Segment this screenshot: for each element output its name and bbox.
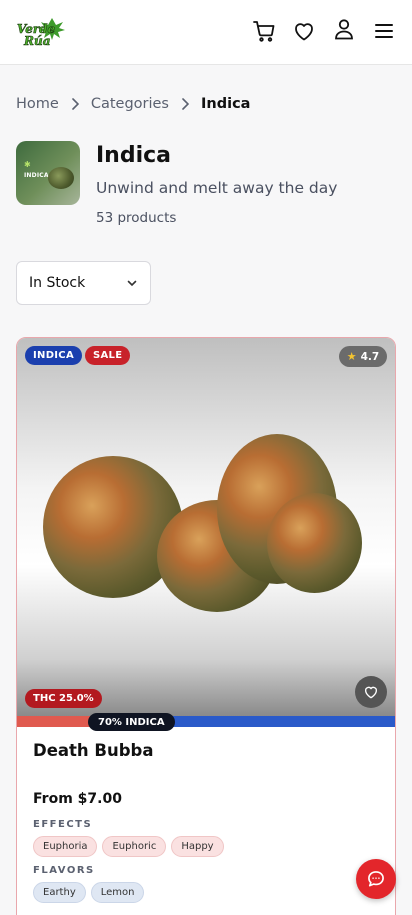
rating-value: 4.7 xyxy=(360,350,380,363)
breadcrumb-current: Indica xyxy=(201,96,251,112)
product-image[interactable]: INDICA SALE ★ 4.7 THC 25.0% xyxy=(17,338,395,716)
chat-icon xyxy=(368,871,384,887)
effects-heading: EFFECTS xyxy=(33,819,93,830)
rating-badge: ★ 4.7 xyxy=(339,346,387,367)
favorite-button[interactable] xyxy=(355,676,387,708)
top-header: Verde Rúa xyxy=(0,0,412,65)
effect-chip: Euphoria xyxy=(33,836,98,857)
strain-ratio-bar xyxy=(17,716,395,727)
product-price: From $7.00 xyxy=(33,791,122,807)
breadcrumb: Home Categories Indica xyxy=(16,96,250,112)
breadcrumb-categories[interactable]: Categories xyxy=(91,96,169,112)
bud-image xyxy=(48,167,74,189)
product-name[interactable]: Death Bubba xyxy=(33,741,153,760)
filter-value: In Stock xyxy=(29,275,86,291)
svg-text:Rúa: Rúa xyxy=(23,34,50,48)
chat-button[interactable] xyxy=(356,859,396,899)
page-title: Indica xyxy=(96,143,172,168)
user-icon[interactable] xyxy=(331,16,357,42)
heart-icon[interactable] xyxy=(291,18,317,44)
chevron-right-icon xyxy=(181,98,189,110)
verde-rua-logo[interactable]: Verde Rúa xyxy=(16,16,66,48)
flavor-chip: Lemon xyxy=(90,882,145,903)
chevron-down-icon xyxy=(126,277,138,293)
breadcrumb-home[interactable]: Home xyxy=(16,96,59,112)
product-card[interactable]: INDICA SALE ★ 4.7 THC 25.0% 70% INDICA D… xyxy=(16,337,396,915)
thc-badge: THC 25.0% xyxy=(25,689,102,708)
flavors-heading: FLAVORS xyxy=(33,865,95,876)
strain-ratio-label: 70% INDICA xyxy=(88,713,175,731)
category-thumbnail: ✱ INDICA xyxy=(16,141,80,205)
category-subtitle: Unwind and melt away the day xyxy=(96,179,338,197)
heart-icon xyxy=(365,686,377,699)
star-icon: ★ xyxy=(346,350,357,363)
effects-list: Euphoria Euphoric Happy xyxy=(33,836,224,857)
effect-chip: Happy xyxy=(171,836,224,857)
leaf-icon: ✱ xyxy=(24,160,31,169)
chevron-right-icon xyxy=(71,98,79,110)
flavor-chip: Earthy xyxy=(33,882,86,903)
bud-image xyxy=(267,493,362,593)
sale-badge: SALE xyxy=(85,346,131,365)
effect-chip: Euphoric xyxy=(102,836,167,857)
cart-icon[interactable] xyxy=(251,18,277,44)
strain-type-badge: INDICA xyxy=(25,346,82,365)
flavors-list: Earthy Lemon xyxy=(33,882,145,903)
product-count: 53 products xyxy=(96,210,177,226)
menu-icon[interactable] xyxy=(371,18,397,44)
thumbnail-label: INDICA xyxy=(24,172,49,179)
stock-filter-select[interactable]: In Stock xyxy=(16,261,151,305)
